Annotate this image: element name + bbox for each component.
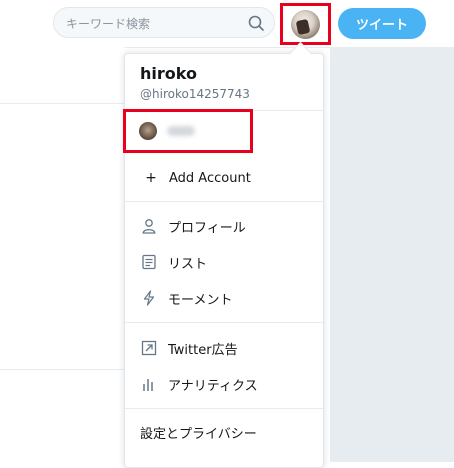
- search-input[interactable]: [64, 13, 238, 35]
- timeline-pane: [0, 47, 124, 462]
- divider: [125, 322, 323, 323]
- lightning-icon: [140, 289, 158, 307]
- menu-item-settings[interactable]: 設定とプライバシー: [125, 416, 323, 448]
- switch-account-item-highlight[interactable]: [123, 109, 253, 153]
- top-nav-bar: ツイート: [0, 0, 454, 48]
- background-pane: [330, 47, 454, 462]
- divider: [125, 201, 323, 202]
- bar-chart-icon: [140, 375, 158, 393]
- other-account-avatar[interactable]: [139, 122, 157, 140]
- menu-item-label: 設定とプライバシー: [140, 426, 257, 442]
- list-icon: [140, 253, 158, 271]
- menu-item-label: リスト: [168, 256, 208, 272]
- menu-item-analytics[interactable]: アナリティクス: [125, 368, 323, 400]
- search-icon[interactable]: [248, 15, 264, 31]
- menu-item-moments[interactable]: モーメント: [125, 282, 323, 314]
- add-account-label: Add Account: [169, 170, 251, 186]
- blurred-account-name: [167, 126, 195, 136]
- user-handle[interactable]: @hiroko14257743: [140, 87, 250, 101]
- add-account-item[interactable]: + Add Account: [125, 162, 323, 194]
- menu-item-label: プロフィール: [168, 220, 246, 236]
- plus-icon: +: [145, 170, 157, 186]
- person-icon: [140, 217, 158, 235]
- divider: [0, 103, 124, 104]
- menu-item-label: Twitter広告: [168, 342, 238, 358]
- menu-item-profile[interactable]: プロフィール: [125, 210, 323, 242]
- display-name[interactable]: hiroko: [140, 64, 197, 83]
- menu-item-twitter-ads[interactable]: Twitter広告: [125, 332, 323, 364]
- tweet-button[interactable]: ツイート: [338, 8, 426, 39]
- divider: [0, 369, 124, 370]
- menu-item-lists[interactable]: リスト: [125, 246, 323, 278]
- external-link-icon: [140, 339, 158, 357]
- divider: [125, 408, 323, 409]
- avatar[interactable]: [291, 10, 320, 39]
- menu-item-label: アナリティクス: [168, 378, 258, 394]
- account-dropdown-menu: hiroko @hiroko14257743 + Add Account プロフ…: [123, 53, 324, 468]
- search-box[interactable]: [53, 7, 275, 38]
- menu-item-label: モーメント: [168, 292, 233, 308]
- avatar-button-highlight[interactable]: [280, 3, 331, 45]
